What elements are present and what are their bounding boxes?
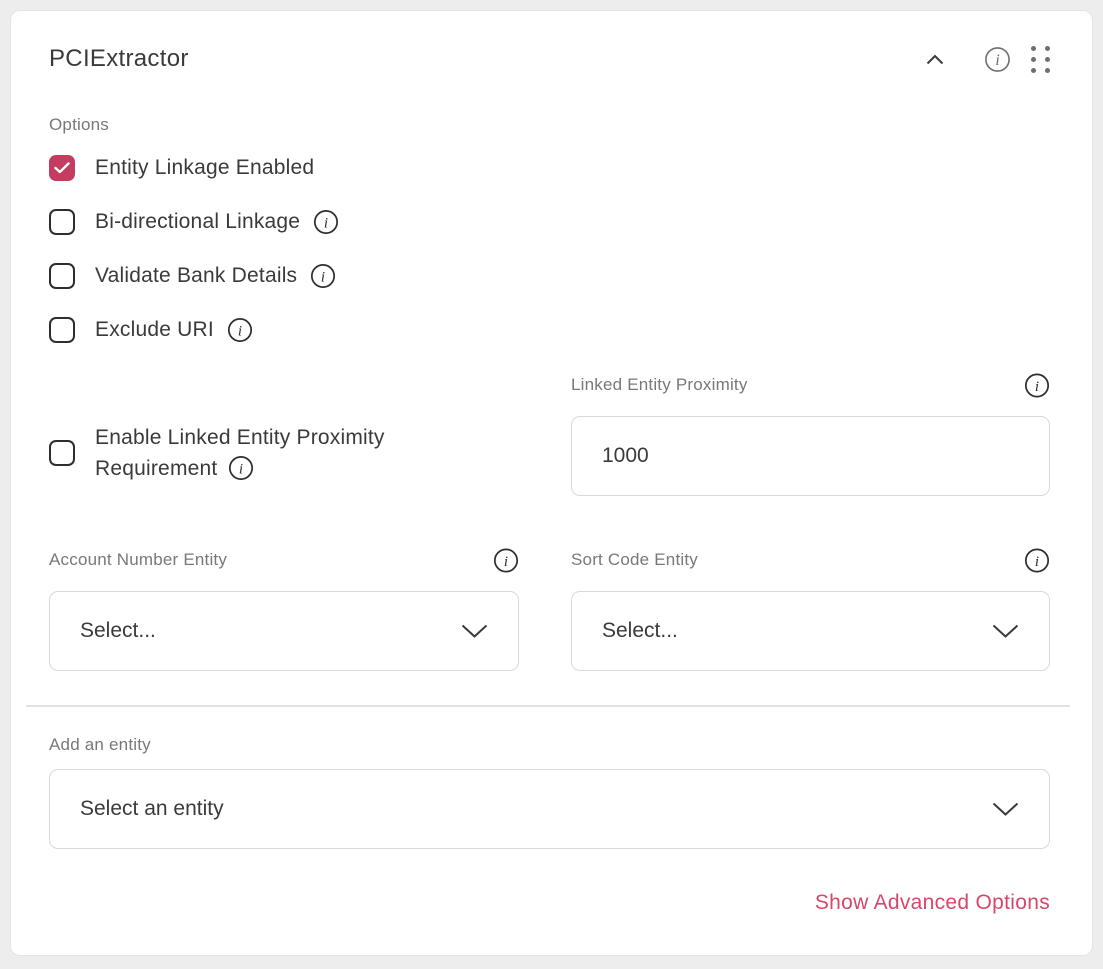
info-icon[interactable]: i xyxy=(313,209,339,235)
card-footer: Show Advanced Options xyxy=(49,891,1050,915)
account-number-entity-label: Account Number Entity xyxy=(49,550,493,570)
svg-text:i: i xyxy=(1035,378,1039,394)
proximity-section: Enable Linked Entity Proximity Requireme… xyxy=(49,371,1050,496)
select-value: Select an entity xyxy=(80,797,224,821)
linked-entity-proximity-label: Linked Entity Proximity xyxy=(571,375,1024,395)
checkbox-row-entity-linkage-enabled[interactable]: Entity Linkage Enabled xyxy=(49,155,1050,181)
options-checkbox-list: Entity Linkage Enabled Bi-directional Li… xyxy=(49,155,1050,343)
checkbox-enable-linked-entity-proximity[interactable] xyxy=(49,440,75,466)
info-icon[interactable]: i xyxy=(310,263,336,289)
options-label: Options xyxy=(49,115,1050,135)
sort-code-entity-field: Sort Code Entity i Select... xyxy=(571,546,1050,671)
collapse-chevron-up-icon[interactable] xyxy=(922,46,948,72)
select-value: Select... xyxy=(80,619,156,643)
checkbox-label: Bi-directional Linkage xyxy=(95,210,300,234)
info-icon[interactable]: i xyxy=(493,547,519,573)
pci-extractor-card: PCIExtractor i Options xyxy=(10,10,1093,956)
svg-text:i: i xyxy=(321,269,325,285)
checkbox-bi-directional-linkage[interactable] xyxy=(49,209,75,235)
svg-text:i: i xyxy=(324,215,328,231)
checkbox-label: Entity Linkage Enabled xyxy=(95,156,314,180)
checkbox-row-bi-directional-linkage[interactable]: Bi-directional Linkage i xyxy=(49,209,1050,235)
svg-text:i: i xyxy=(238,323,242,339)
chevron-down-icon xyxy=(461,624,488,639)
checkbox-row-validate-bank-details[interactable]: Validate Bank Details i xyxy=(49,263,1050,289)
chevron-down-icon xyxy=(992,802,1019,817)
svg-text:i: i xyxy=(239,461,243,477)
drag-handle-icon[interactable] xyxy=(1031,46,1050,73)
chevron-down-icon xyxy=(992,624,1019,639)
linked-entity-proximity-input[interactable] xyxy=(571,416,1050,496)
svg-text:i: i xyxy=(995,52,999,69)
info-icon[interactable]: i xyxy=(227,317,253,343)
checkbox-validate-bank-details[interactable] xyxy=(49,263,75,289)
linked-entity-proximity-field: Linked Entity Proximity i xyxy=(571,371,1050,496)
add-entity-select[interactable]: Select an entity xyxy=(49,769,1050,849)
svg-text:i: i xyxy=(1035,553,1039,569)
checkbox-entity-linkage-enabled[interactable] xyxy=(49,155,75,181)
sort-code-entity-label: Sort Code Entity xyxy=(571,550,1024,570)
add-entity-label: Add an entity xyxy=(49,735,1050,755)
sort-code-entity-select[interactable]: Select... xyxy=(571,591,1050,671)
select-value: Select... xyxy=(602,619,678,643)
account-number-entity-select[interactable]: Select... xyxy=(49,591,519,671)
checkbox-label: Exclude URI xyxy=(95,318,214,342)
checkbox-label: Enable Linked Entity Proximity Requireme… xyxy=(95,422,477,484)
info-icon[interactable]: i xyxy=(1024,372,1050,398)
show-advanced-options-link[interactable]: Show Advanced Options xyxy=(815,891,1050,915)
card-header: PCIExtractor i xyxy=(11,11,1092,77)
checkbox-row-enable-linked-entity-proximity[interactable]: Enable Linked Entity Proximity Requireme… xyxy=(49,371,519,496)
checkbox-row-exclude-uri[interactable]: Exclude URI i xyxy=(49,317,1050,343)
entity-selects-section: Account Number Entity i Select... xyxy=(49,546,1050,671)
svg-text:i: i xyxy=(504,553,508,569)
section-divider xyxy=(26,705,1070,707)
account-number-entity-field: Account Number Entity i Select... xyxy=(49,546,519,671)
info-icon[interactable]: i xyxy=(1024,547,1050,573)
card-title: PCIExtractor xyxy=(49,45,189,73)
checkbox-label: Validate Bank Details xyxy=(95,264,297,288)
info-icon[interactable]: i xyxy=(228,455,254,481)
checkbox-exclude-uri[interactable] xyxy=(49,317,75,343)
add-entity-section: Add an entity Select an entity xyxy=(49,735,1050,849)
header-info-icon[interactable]: i xyxy=(984,46,1011,73)
